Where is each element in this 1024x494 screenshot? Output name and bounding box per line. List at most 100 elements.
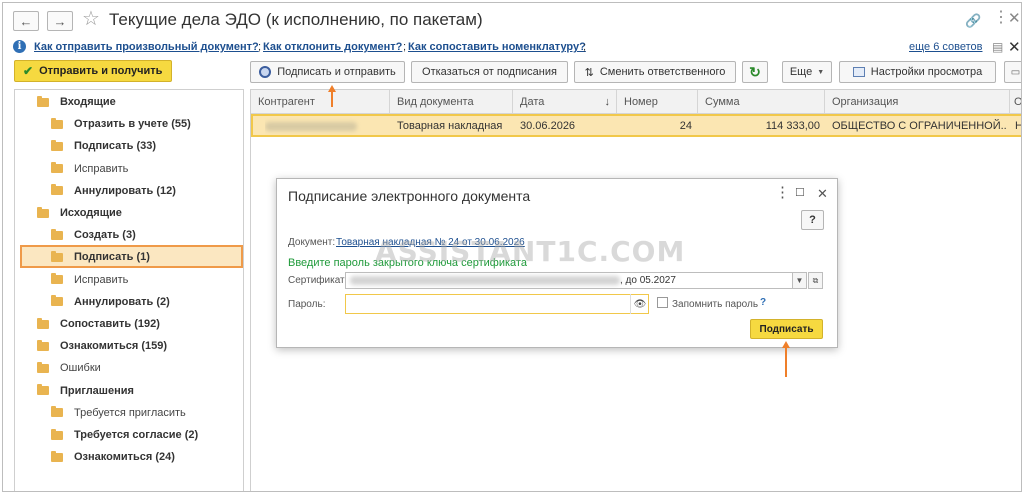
- tree-item[interactable]: Приглашения: [37, 382, 134, 400]
- document-link[interactable]: Товарная накладная № 24 от 30.06.2026: [336, 237, 525, 248]
- tree-item[interactable]: Исправить: [51, 271, 128, 289]
- tree-item[interactable]: Подписать (33): [51, 137, 156, 155]
- remember-help-icon[interactable]: ?: [760, 297, 766, 308]
- title-bar: ← → ☆ Текущие дела ЭДО (к исполнению, по…: [3, 3, 1021, 35]
- column-header-number[interactable]: Номер: [617, 90, 698, 114]
- favorite-star-icon[interactable]: ☆: [82, 9, 100, 29]
- chevron-down-icon: ▼: [795, 276, 804, 285]
- refuse-sign-label: Отказаться от подписания: [422, 66, 557, 78]
- certificate-field[interactable]: , до 05.2027: [345, 272, 807, 289]
- dialog-menu-icon[interactable]: ⋮: [775, 185, 790, 200]
- tree-item[interactable]: Аннулировать (12): [51, 182, 176, 200]
- remember-password-label: Запомнить пароль: [672, 299, 759, 310]
- cell-number: 24: [679, 120, 692, 132]
- column-header-date[interactable]: Дата ↓: [513, 90, 617, 114]
- tree-item[interactable]: Аннулировать (2): [51, 293, 170, 311]
- tree-item[interactable]: Входящие: [37, 93, 116, 111]
- more-menu-button[interactable]: Еще ▼: [782, 61, 832, 83]
- tree-item[interactable]: Исходящие: [37, 204, 122, 222]
- redacted-certificate: [350, 276, 620, 285]
- info-icon: i: [13, 40, 26, 53]
- tree-item-label: Отразить в учете (55): [74, 118, 191, 131]
- tips-bar: i Как отправить произвольный документ? ;…: [3, 37, 1021, 57]
- change-responsible-label: Сменить ответственного: [599, 66, 726, 78]
- column-header-counterparty[interactable]: Контрагент: [251, 90, 390, 114]
- close-tips-icon[interactable]: ✕: [1008, 38, 1021, 56]
- folder-icon: [51, 250, 63, 262]
- app-window: ← → ☆ Текущие дела ЭДО (к исполнению, по…: [2, 2, 1022, 492]
- tip-link-match-nomenclature[interactable]: Как сопоставить номенклатуру?: [408, 41, 586, 53]
- folder-icon: [51, 428, 63, 440]
- dialog-close-icon[interactable]: ✕: [817, 187, 828, 200]
- back-button[interactable]: ←: [13, 11, 39, 31]
- tree-item-label: Аннулировать (12): [74, 184, 176, 197]
- tip-separator: ;: [403, 41, 407, 53]
- column-header-extra[interactable]: О: [1010, 90, 1021, 114]
- refresh-button[interactable]: ↻: [742, 61, 768, 83]
- cell-doc-type: Товарная накладная: [397, 120, 503, 132]
- column-header-amount[interactable]: Сумма: [698, 90, 825, 114]
- password-input[interactable]: [345, 294, 649, 314]
- tree-item[interactable]: Отразить в учете (55): [51, 115, 191, 133]
- chevron-down-icon: ▼: [817, 68, 825, 76]
- folder-icon: [51, 450, 63, 462]
- folder-icon: [51, 184, 63, 196]
- tree-item[interactable]: Ознакомиться (24): [51, 448, 175, 466]
- column-header-organization[interactable]: Организация: [825, 90, 1010, 114]
- cell-organization: ОБЩЕСТВО С ОГРАНИЧЕННОЙ...: [832, 120, 1007, 132]
- sign-and-send-button[interactable]: Подписать и отправить: [250, 61, 405, 83]
- tree-item-label: Аннулировать (2): [74, 295, 170, 308]
- refuse-sign-button[interactable]: Отказаться от подписания: [411, 61, 568, 83]
- folder-tree: Входящие Отразить в учете (55) Подписать (…: [14, 89, 244, 491]
- remember-password-checkbox[interactable]: [657, 297, 668, 308]
- tip-link-reject[interactable]: Как отклонить документ?: [263, 41, 402, 53]
- tree-item[interactable]: Требуется пригласить: [51, 404, 186, 422]
- maximize-icon[interactable]: ☐: [795, 188, 805, 199]
- tree-item[interactable]: Ознакомиться (159): [37, 337, 167, 355]
- document-label: Документ:: [288, 237, 336, 248]
- certificate-open-button[interactable]: ⧉: [808, 272, 823, 289]
- tree-item[interactable]: Исправить: [51, 160, 128, 178]
- settings-icon: [852, 67, 865, 77]
- certificate-dropdown-button[interactable]: ▼: [792, 272, 807, 289]
- tree-item-label: Создать (3): [74, 229, 136, 242]
- tree-item[interactable]: Ошибки: [37, 359, 101, 377]
- notes-icon[interactable]: ▤: [992, 40, 1003, 54]
- folder-icon: [37, 206, 49, 218]
- tree-item-label: Ознакомиться (24): [74, 451, 175, 464]
- menu-kebab-icon[interactable]: ⋮: [993, 10, 1009, 26]
- view-settings-button[interactable]: Настройки просмотра: [839, 61, 996, 83]
- column-header-doc-type[interactable]: Вид документа: [390, 90, 513, 114]
- folder-icon: [51, 295, 63, 307]
- password-label: Пароль:: [288, 299, 326, 310]
- sign-button[interactable]: Подписать: [750, 319, 823, 339]
- tree-item-label: Требуется согласие (2): [74, 429, 199, 441]
- folder-icon: [37, 317, 49, 329]
- forward-button[interactable]: →: [47, 11, 73, 31]
- send-receive-label: Отправить и получить: [39, 65, 163, 77]
- folder-icon: [51, 228, 63, 240]
- check-icon: ✔: [23, 64, 34, 78]
- show-password-icon[interactable]: 👁: [630, 294, 649, 314]
- tip-separator: ;: [583, 41, 587, 53]
- send-receive-button[interactable]: ✔ Отправить и получить: [14, 60, 172, 82]
- panel-icon: ▭: [1010, 66, 1021, 78]
- tree-item-label: Сопоставить (192): [60, 318, 160, 330]
- tree-item-label: Ознакомиться (159): [60, 340, 168, 353]
- folder-icon: [37, 95, 49, 107]
- tree-item[interactable]: Сопоставить (192): [37, 315, 160, 333]
- page-title: Текущие дела ЭДО (к исполнению, по пакет…: [109, 10, 483, 29]
- tree-item[interactable]: Подписать (1): [51, 248, 150, 266]
- close-icon[interactable]: ✕: [1008, 11, 1021, 26]
- tree-item-label: Подписать (1): [74, 251, 150, 264]
- tree-item-label: Исправить: [74, 273, 129, 286]
- more-tips-link[interactable]: еще 6 советов: [909, 41, 982, 53]
- tree-item[interactable]: Требуется согласие (2): [51, 426, 198, 444]
- panel-toggle-button[interactable]: ▭: [1004, 61, 1021, 83]
- link-icon[interactable]: 🔗: [965, 14, 981, 27]
- dialog-help-button[interactable]: ?: [801, 210, 824, 230]
- change-responsible-button[interactable]: ⇅ Сменить ответственного: [574, 61, 736, 83]
- tip-link-send-arbitrary[interactable]: Как отправить произвольный документ?: [34, 41, 259, 53]
- tip-separator: ;: [258, 41, 262, 53]
- tree-item[interactable]: Создать (3): [51, 226, 136, 244]
